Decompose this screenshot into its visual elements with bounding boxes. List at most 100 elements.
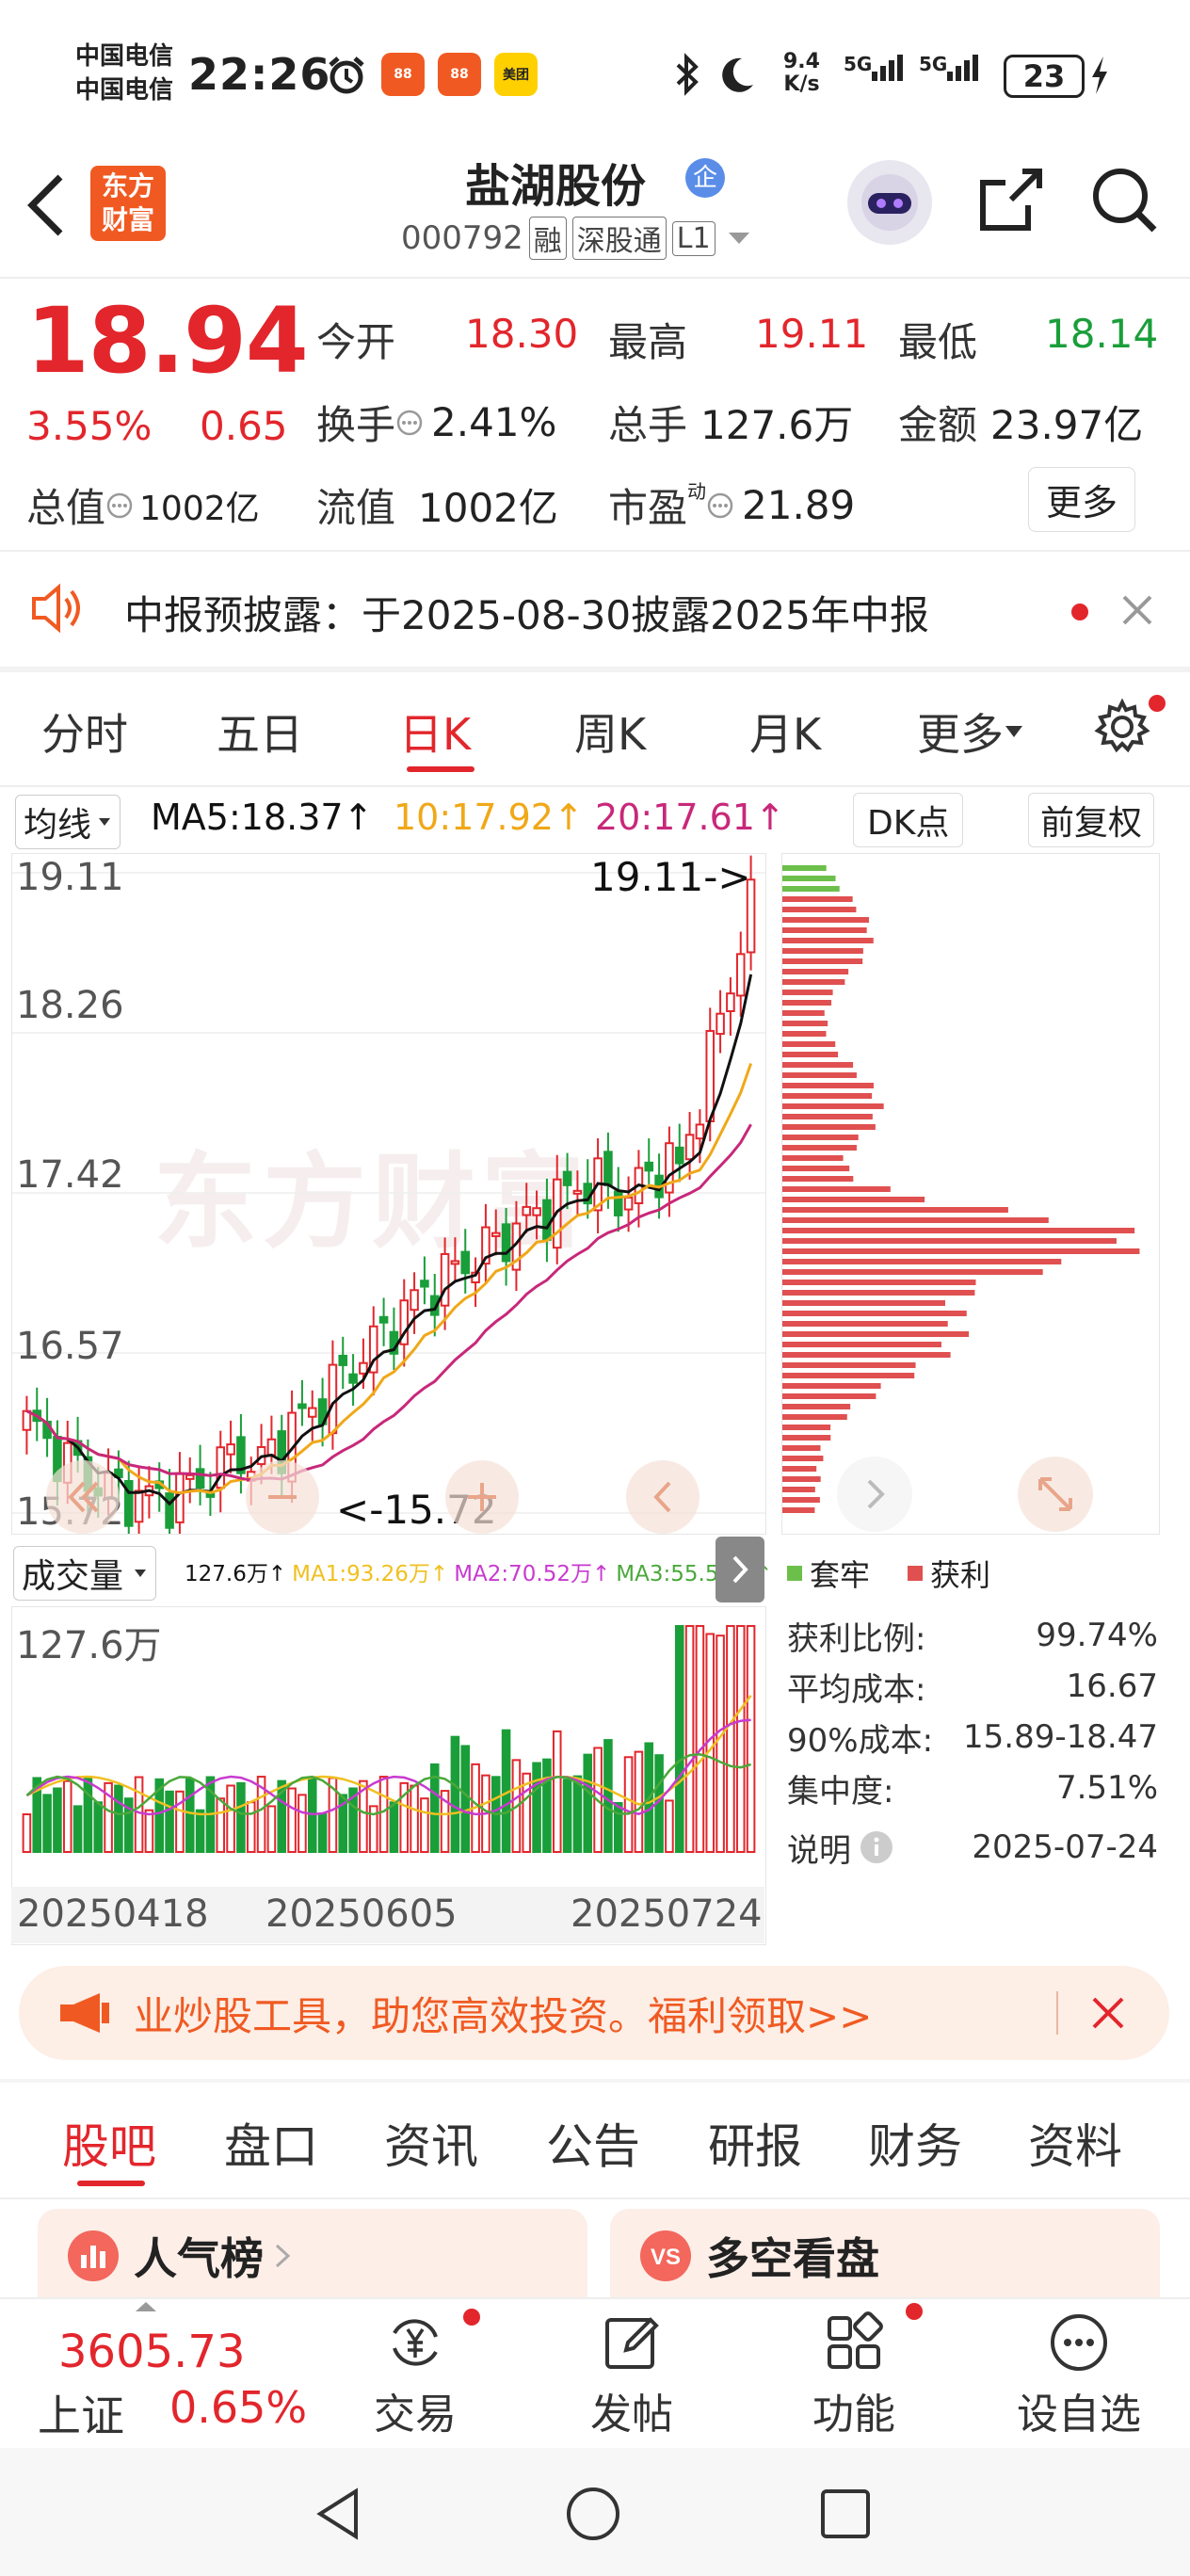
chip-bar (782, 1497, 820, 1503)
ma5-line (25, 974, 753, 1506)
system-home-button[interactable] (565, 2486, 621, 2546)
speaker-icon (28, 580, 88, 640)
volume-selector[interactable]: 成交量 (13, 1546, 157, 1601)
chip-bars (782, 865, 1140, 1513)
candle-down (603, 1151, 613, 1186)
volume-bar-up (665, 1799, 674, 1854)
date-label-3: 20250724 (571, 1892, 763, 1936)
scroll-left-fast-button[interactable] (46, 1460, 120, 1534)
more-button[interactable]: 更多 (1028, 467, 1136, 532)
adjust-button[interactable]: 前复权 (1028, 793, 1155, 847)
volume-bar-up (552, 1730, 562, 1853)
share-icon[interactable] (975, 164, 1047, 239)
tab-research[interactable]: 研报 (708, 2109, 802, 2177)
eastmoney-logo[interactable]: 东方 财富 (90, 166, 166, 241)
index-change[interactable]: 0.65% (169, 2382, 307, 2433)
expand-icon[interactable] (1018, 1457, 1093, 1532)
chip-bar (782, 1342, 941, 1347)
tab-monthly-k[interactable]: 月K (749, 700, 821, 763)
chip-bar (782, 1072, 857, 1078)
chip-bar (782, 1311, 967, 1316)
caret-down-icon (135, 1570, 147, 1577)
close-icon[interactable] (1118, 591, 1156, 633)
tab-order-book[interactable]: 盘口 (224, 2109, 318, 2177)
chip-bar (782, 1280, 976, 1285)
expand-panel-button[interactable] (716, 1537, 764, 1602)
candle-down (378, 1315, 389, 1324)
low-value: 18.14 (1045, 311, 1159, 357)
scroll-right-button[interactable] (837, 1457, 912, 1532)
chip-bar (782, 1362, 916, 1368)
ma-selector[interactable]: 均线 (15, 795, 121, 849)
chip-bar (782, 927, 867, 933)
chip-bar (782, 1507, 815, 1513)
system-recents-button[interactable] (819, 2487, 872, 2544)
nav-post[interactable]: 发帖 (580, 2309, 683, 2440)
card-popularity[interactable]: 人气榜 (38, 2209, 587, 2303)
notice-text[interactable]: 中报预披露：于2025-08-30披露2025年中报 (124, 584, 929, 641)
chip-bar (782, 938, 874, 943)
info-dots-icon[interactable] (395, 409, 424, 437)
chip-distribution-chart[interactable] (781, 853, 1160, 1535)
tab-profile[interactable]: 资料 (1028, 2109, 1122, 2177)
candle-down (501, 1223, 511, 1263)
volume-bar-down (165, 1790, 174, 1853)
info-dots-icon[interactable] (706, 491, 734, 520)
index-name[interactable]: 上证 (38, 2382, 124, 2444)
chip-stat-row: 集中度: 7.51% (787, 1769, 1158, 1811)
volume-row: 总手 127.6万 (608, 402, 854, 448)
candle-down (562, 1170, 572, 1186)
volume-bar-up (746, 1625, 756, 1853)
volume-bar-down (532, 1762, 541, 1853)
stock-name: 盐湖股份 (465, 160, 647, 213)
tab-more[interactable]: 更多 (917, 700, 1024, 763)
ai-assistant-icon[interactable] (847, 160, 932, 245)
nav-add-watchlist[interactable]: 设自选 (1013, 2309, 1145, 2440)
tab-five-day[interactable]: 五日 (217, 700, 303, 763)
info-icon[interactable] (859, 1829, 894, 1865)
active-tab-indicator (77, 2181, 145, 2186)
tab-weekly-k[interactable]: 周K (574, 700, 646, 763)
notice-unread-dot (1071, 604, 1088, 620)
scroll-left-button[interactable] (626, 1460, 700, 1534)
candle-down (674, 1146, 684, 1165)
nav-trade[interactable]: 交易 (363, 2309, 467, 2440)
zoom-out-button[interactable] (246, 1460, 319, 1534)
settings-gear-icon[interactable] (1092, 697, 1152, 761)
nav-functions[interactable]: 功能 (802, 2309, 906, 2440)
pe-row: 市盈 动 21.89 (608, 480, 856, 531)
volume-bar-up (735, 1625, 746, 1853)
float-row: 流值 1002亿 (316, 485, 558, 531)
turnover-row: 换手 2.41% (316, 399, 557, 448)
tab-guba[interactable]: 股吧 (62, 2109, 156, 2177)
volume-bar-up (226, 1784, 235, 1853)
stock-code-row[interactable]: 000792 融 深股通 L1 (401, 217, 753, 260)
info-dots-icon[interactable] (105, 491, 134, 520)
kline-chart[interactable]: 东方财富 19.11 18.26 17.42 16.57 15.72 19.11… (11, 853, 766, 1535)
chip-note-row[interactable]: 说明 2025-07-24 (787, 1819, 1158, 1876)
zoom-in-button[interactable] (445, 1460, 519, 1534)
trade-icon (393, 2319, 438, 2366)
tab-financials[interactable]: 财务 (868, 2109, 962, 2177)
tab-announcements[interactable]: 公告 (546, 2109, 640, 2177)
tab-daily-k[interactable]: 日K (399, 700, 471, 763)
card-bull-bear[interactable]: VS 多空看盘 (610, 2209, 1160, 2303)
signal-icon-1: 5G (844, 53, 903, 81)
volume-bar-down (450, 1735, 460, 1853)
chip-bar (782, 1393, 876, 1399)
app2-icon: 88 (438, 53, 481, 96)
index-value[interactable]: 3605.73 (58, 2326, 246, 2378)
promo-banner[interactable]: 业炒股工具，助您高效投资。福利领取>> (19, 1966, 1169, 2060)
edit-icon (605, 2317, 659, 2369)
chip-bar (782, 1114, 873, 1119)
system-back-button[interactable] (311, 2486, 367, 2546)
search-icon[interactable] (1088, 164, 1160, 239)
back-button[interactable] (23, 168, 70, 247)
volume-bar-down (185, 1778, 195, 1853)
tab-news[interactable]: 资讯 (384, 2109, 478, 2177)
chip-bar (782, 1466, 817, 1472)
tab-intraday[interactable]: 分时 (41, 700, 128, 763)
close-icon[interactable] (1088, 1993, 1128, 2033)
dk-point-button[interactable]: DK点 (853, 793, 964, 847)
chip-bar (782, 1300, 945, 1306)
